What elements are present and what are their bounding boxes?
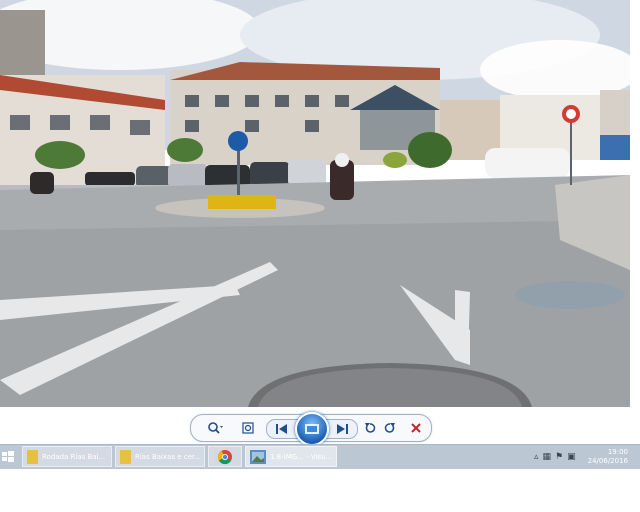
rotate-left-icon[interactable] (361, 417, 379, 439)
chrome-icon (217, 449, 232, 464)
clock-date: 24/06/2016 (587, 457, 628, 465)
taskbar-item-label: 1.8-IMG... - Visu... (270, 452, 333, 461)
taskbar-item-folder-2[interactable]: Rías Baixas e cer... (115, 446, 205, 467)
taskbar-item-photo-viewer[interactable]: 1.8-IMG... - Visu... (245, 446, 337, 467)
blank-area (0, 469, 640, 512)
start-button[interactable] (0, 447, 16, 467)
show-hidden-icons-icon[interactable]: ▵ (534, 452, 539, 462)
folder-icon (120, 449, 131, 464)
roundabout-photo (0, 0, 630, 407)
viewer-toolbar (190, 412, 432, 446)
photo-viewer-icon (250, 449, 266, 464)
previous-icon[interactable] (273, 418, 291, 440)
taskbar-item-chrome[interactable] (208, 446, 242, 467)
taskbar-item-folder-1[interactable]: Rodada Rías Bai... (22, 446, 112, 467)
desktop-icon[interactable]: ▦ (543, 452, 552, 462)
taskbar: Rodada Rías Bai... Rías Baixas e cer... … (0, 444, 640, 469)
actual-size-icon[interactable] (237, 417, 259, 439)
flag-icon[interactable]: ⚑ (555, 452, 563, 462)
taskbar-item-label: Rodada Rías Bai... (42, 452, 106, 461)
rotate-right-icon[interactable] (381, 417, 399, 439)
windows-logo-icon (2, 451, 14, 462)
delete-icon[interactable] (407, 417, 425, 439)
slideshow-icon (305, 424, 319, 434)
slideshow-button[interactable] (295, 412, 329, 446)
folder-icon (27, 449, 38, 464)
clock[interactable]: 19:00 24/06/2016 (588, 448, 628, 466)
taskbar-item-label: Rías Baixas e cer... (135, 452, 201, 461)
photo[interactable] (0, 0, 630, 407)
network-icon[interactable]: ▣ (567, 452, 576, 462)
next-icon[interactable] (333, 418, 351, 440)
system-tray: ▵ ▦ ⚑ ▣ 19:00 24/06/2016 (534, 445, 640, 469)
clock-time: 19:00 (607, 448, 628, 456)
photo-viewer-window (0, 0, 640, 446)
zoom-icon[interactable] (203, 417, 227, 439)
